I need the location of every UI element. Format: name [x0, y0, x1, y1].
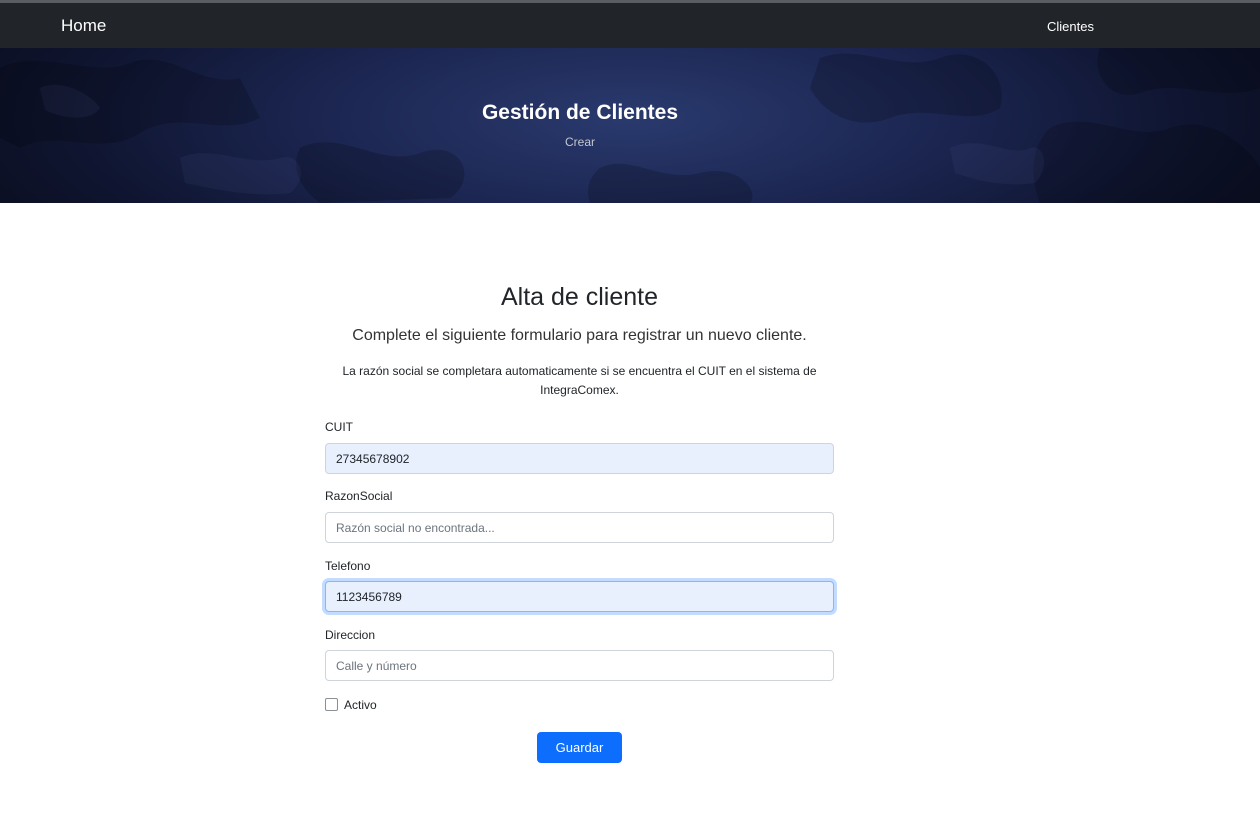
cuit-input[interactable]	[325, 443, 834, 474]
activo-label[interactable]: Activo	[344, 697, 377, 713]
telefono-input[interactable]	[325, 581, 834, 612]
razon-social-input[interactable]	[325, 512, 834, 543]
page-title: Gestión de Clientes	[481, 101, 679, 124]
form-note-text: La razón social se completara automatica…	[342, 364, 817, 397]
cuit-label: CUIT	[325, 420, 353, 434]
hero-banner: Gestión de Clientes Crear	[0, 48, 1260, 203]
form-title: Alta de cliente	[500, 283, 659, 311]
direccion-input[interactable]	[325, 650, 834, 681]
activo-checkbox[interactable]	[325, 698, 338, 711]
form-lead-text: Complete el siguiente formulario para re…	[352, 327, 807, 344]
telefono-label: Telefono	[325, 559, 371, 573]
razon-social-label: RazonSocial	[325, 489, 393, 503]
direccion-label: Direccion	[325, 628, 376, 642]
nav-link-clientes[interactable]: Clientes	[1047, 19, 1094, 35]
navbar-brand-home[interactable]: Home	[61, 16, 106, 36]
guardar-button[interactable]: Guardar	[537, 732, 622, 763]
page-subtitle: Crear	[564, 135, 595, 149]
navbar: Home Clientes	[0, 3, 1260, 48]
